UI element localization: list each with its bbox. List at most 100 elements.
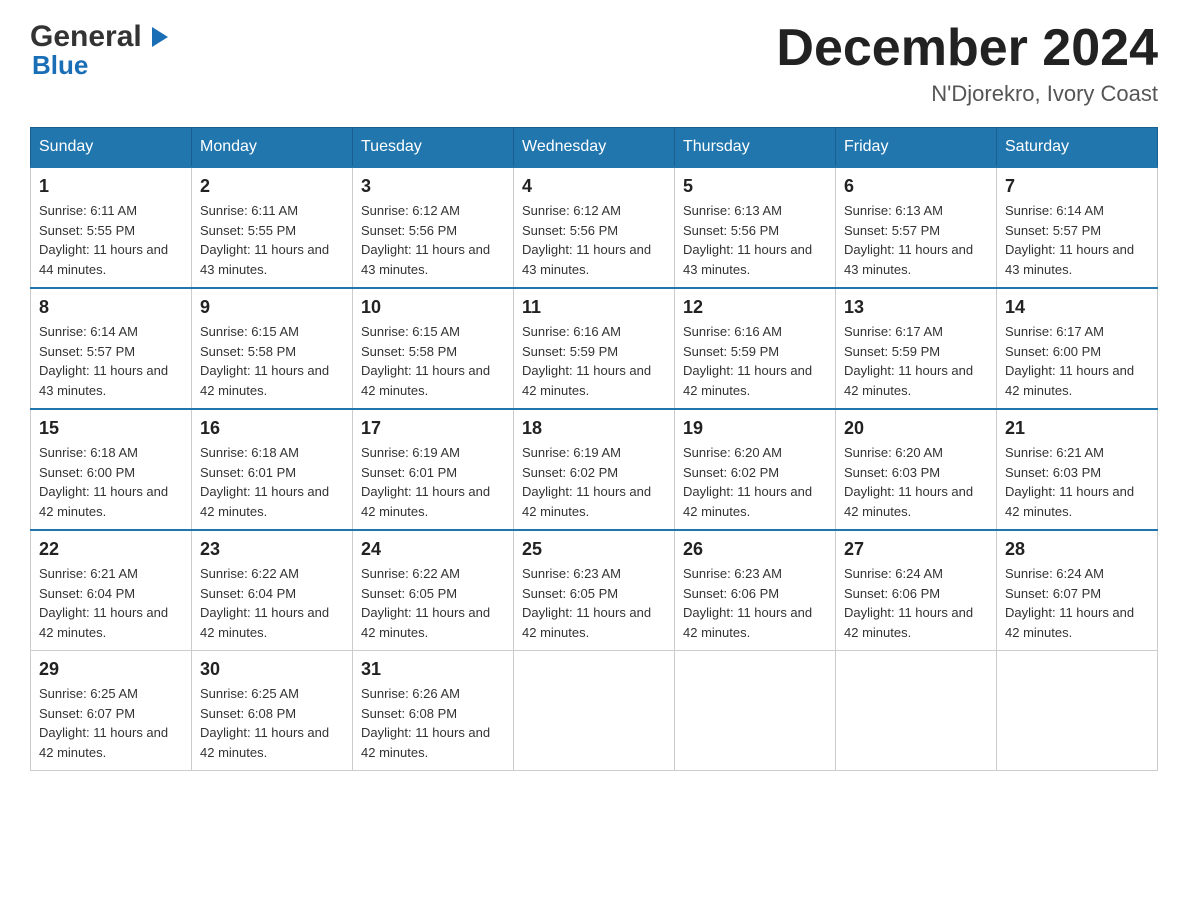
day-number: 24 <box>361 539 505 560</box>
day-number: 30 <box>200 659 344 680</box>
day-number: 16 <box>200 418 344 439</box>
calendar-cell: 3 Sunrise: 6:12 AMSunset: 5:56 PMDaylight… <box>353 167 514 288</box>
day-number: 27 <box>844 539 988 560</box>
day-number: 19 <box>683 418 827 439</box>
calendar-cell: 31 Sunrise: 6:26 AMSunset: 6:08 PMDayligh… <box>353 651 514 771</box>
calendar-cell: 22 Sunrise: 6:21 AMSunset: 6:04 PMDayligh… <box>31 530 192 651</box>
day-number: 8 <box>39 297 183 318</box>
calendar-cell: 29 Sunrise: 6:25 AMSunset: 6:07 PMDayligh… <box>31 651 192 771</box>
calendar-cell: 14 Sunrise: 6:17 AMSunset: 6:00 PMDayligh… <box>997 288 1158 409</box>
day-number: 13 <box>844 297 988 318</box>
day-info: Sunrise: 6:13 AMSunset: 5:56 PMDaylight:… <box>683 201 827 279</box>
logo-arrow-icon <box>144 23 172 51</box>
day-number: 1 <box>39 176 183 197</box>
day-info: Sunrise: 6:19 AMSunset: 6:02 PMDaylight:… <box>522 443 666 521</box>
calendar-cell: 15 Sunrise: 6:18 AMSunset: 6:00 PMDayligh… <box>31 409 192 530</box>
header-day-friday: Friday <box>836 128 997 168</box>
day-info: Sunrise: 6:14 AMSunset: 5:57 PMDaylight:… <box>39 322 183 400</box>
day-info: Sunrise: 6:25 AMSunset: 6:07 PMDaylight:… <box>39 684 183 762</box>
logo-blue: Blue <box>32 50 88 81</box>
calendar-cell <box>675 651 836 771</box>
calendar-cell: 1 Sunrise: 6:11 AMSunset: 5:55 PMDaylight… <box>31 167 192 288</box>
calendar-week-row: 22 Sunrise: 6:21 AMSunset: 6:04 PMDayligh… <box>31 530 1158 651</box>
calendar-cell: 27 Sunrise: 6:24 AMSunset: 6:06 PMDayligh… <box>836 530 997 651</box>
header-day-thursday: Thursday <box>675 128 836 168</box>
day-number: 25 <box>522 539 666 560</box>
day-info: Sunrise: 6:19 AMSunset: 6:01 PMDaylight:… <box>361 443 505 521</box>
day-info: Sunrise: 6:15 AMSunset: 5:58 PMDaylight:… <box>361 322 505 400</box>
day-info: Sunrise: 6:11 AMSunset: 5:55 PMDaylight:… <box>39 201 183 279</box>
calendar-cell: 6 Sunrise: 6:13 AMSunset: 5:57 PMDaylight… <box>836 167 997 288</box>
day-info: Sunrise: 6:23 AMSunset: 6:05 PMDaylight:… <box>522 564 666 642</box>
day-info: Sunrise: 6:24 AMSunset: 6:06 PMDaylight:… <box>844 564 988 642</box>
calendar-week-row: 8 Sunrise: 6:14 AMSunset: 5:57 PMDaylight… <box>31 288 1158 409</box>
calendar-week-row: 1 Sunrise: 6:11 AMSunset: 5:55 PMDaylight… <box>31 167 1158 288</box>
header-day-monday: Monday <box>192 128 353 168</box>
day-info: Sunrise: 6:21 AMSunset: 6:04 PMDaylight:… <box>39 564 183 642</box>
day-info: Sunrise: 6:13 AMSunset: 5:57 PMDaylight:… <box>844 201 988 279</box>
calendar-cell: 16Sunrise: 6:18 AMSunset: 6:01 PMDayligh… <box>192 409 353 530</box>
calendar-cell <box>514 651 675 771</box>
calendar-cell: 18 Sunrise: 6:19 AMSunset: 6:02 PMDayligh… <box>514 409 675 530</box>
month-title: December 2024 <box>776 20 1158 77</box>
day-info: Sunrise: 6:24 AMSunset: 6:07 PMDaylight:… <box>1005 564 1149 642</box>
day-info: Sunrise: 6:18 AMSunset: 6:00 PMDaylight:… <box>39 443 183 521</box>
calendar-cell: 30 Sunrise: 6:25 AMSunset: 6:08 PMDayligh… <box>192 651 353 771</box>
day-number: 18 <box>522 418 666 439</box>
day-info: Sunrise: 6:25 AMSunset: 6:08 PMDaylight:… <box>200 684 344 762</box>
day-number: 4 <box>522 176 666 197</box>
header-day-tuesday: Tuesday <box>353 128 514 168</box>
calendar-cell: 13 Sunrise: 6:17 AMSunset: 5:59 PMDayligh… <box>836 288 997 409</box>
day-info: Sunrise: 6:17 AMSunset: 6:00 PMDaylight:… <box>1005 322 1149 400</box>
title-section: December 2024 N'Djorekro, Ivory Coast <box>776 20 1158 107</box>
day-number: 17 <box>361 418 505 439</box>
logo-general: General <box>30 20 142 54</box>
calendar-cell: 5 Sunrise: 6:13 AMSunset: 5:56 PMDaylight… <box>675 167 836 288</box>
day-number: 23 <box>200 539 344 560</box>
day-number: 28 <box>1005 539 1149 560</box>
day-number: 2 <box>200 176 344 197</box>
day-number: 12 <box>683 297 827 318</box>
calendar-cell: 2Sunrise: 6:11 AMSunset: 5:55 PMDaylight… <box>192 167 353 288</box>
day-number: 29 <box>39 659 183 680</box>
day-info: Sunrise: 6:17 AMSunset: 5:59 PMDaylight:… <box>844 322 988 400</box>
day-number: 15 <box>39 418 183 439</box>
calendar-cell: 21Sunrise: 6:21 AMSunset: 6:03 PMDayligh… <box>997 409 1158 530</box>
calendar-cell <box>997 651 1158 771</box>
day-number: 14 <box>1005 297 1149 318</box>
day-number: 22 <box>39 539 183 560</box>
header-day-wednesday: Wednesday <box>514 128 675 168</box>
header-day-sunday: Sunday <box>31 128 192 168</box>
day-info: Sunrise: 6:14 AMSunset: 5:57 PMDaylight:… <box>1005 201 1149 279</box>
calendar-table: SundayMondayTuesdayWednesdayThursdayFrid… <box>30 127 1158 771</box>
day-info: Sunrise: 6:22 AMSunset: 6:05 PMDaylight:… <box>361 564 505 642</box>
logo: General Blue <box>30 20 172 81</box>
day-info: Sunrise: 6:12 AMSunset: 5:56 PMDaylight:… <box>361 201 505 279</box>
calendar-cell: 12Sunrise: 6:16 AMSunset: 5:59 PMDayligh… <box>675 288 836 409</box>
day-number: 10 <box>361 297 505 318</box>
day-number: 3 <box>361 176 505 197</box>
calendar-cell: 11Sunrise: 6:16 AMSunset: 5:59 PMDayligh… <box>514 288 675 409</box>
calendar-cell: 4 Sunrise: 6:12 AMSunset: 5:56 PMDaylight… <box>514 167 675 288</box>
calendar-cell: 24 Sunrise: 6:22 AMSunset: 6:05 PMDayligh… <box>353 530 514 651</box>
calendar-cell <box>836 651 997 771</box>
day-number: 31 <box>361 659 505 680</box>
day-number: 7 <box>1005 176 1149 197</box>
calendar-cell: 28 Sunrise: 6:24 AMSunset: 6:07 PMDayligh… <box>997 530 1158 651</box>
day-number: 26 <box>683 539 827 560</box>
calendar-cell: 9Sunrise: 6:15 AMSunset: 5:58 PMDaylight… <box>192 288 353 409</box>
day-info: Sunrise: 6:20 AMSunset: 6:03 PMDaylight:… <box>844 443 988 521</box>
day-info: Sunrise: 6:22 AMSunset: 6:04 PMDaylight:… <box>200 564 344 642</box>
day-info: Sunrise: 6:23 AMSunset: 6:06 PMDaylight:… <box>683 564 827 642</box>
calendar-cell: 17 Sunrise: 6:19 AMSunset: 6:01 PMDayligh… <box>353 409 514 530</box>
day-number: 21 <box>1005 418 1149 439</box>
day-info: Sunrise: 6:16 AMSunset: 5:59 PMDaylight:… <box>522 322 666 400</box>
day-info: Sunrise: 6:26 AMSunset: 6:08 PMDaylight:… <box>361 684 505 762</box>
header-day-saturday: Saturday <box>997 128 1158 168</box>
calendar-cell: 25 Sunrise: 6:23 AMSunset: 6:05 PMDayligh… <box>514 530 675 651</box>
day-number: 5 <box>683 176 827 197</box>
day-number: 6 <box>844 176 988 197</box>
calendar-cell: 7 Sunrise: 6:14 AMSunset: 5:57 PMDaylight… <box>997 167 1158 288</box>
calendar-cell: 8 Sunrise: 6:14 AMSunset: 5:57 PMDaylight… <box>31 288 192 409</box>
day-info: Sunrise: 6:12 AMSunset: 5:56 PMDaylight:… <box>522 201 666 279</box>
